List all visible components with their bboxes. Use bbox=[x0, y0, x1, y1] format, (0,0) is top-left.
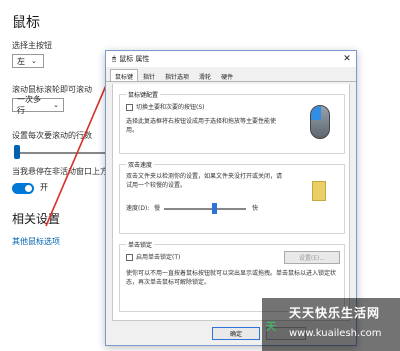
double-click-description: 双击文件夹以检测你的设置，如果文件夹没打开或关闭，请试用一个较慢的设置。 bbox=[126, 173, 283, 189]
double-click-speed-track[interactable] bbox=[164, 208, 246, 210]
ok-button[interactable]: 确定 bbox=[212, 327, 260, 340]
close-icon[interactable]: ✕ bbox=[338, 54, 356, 64]
swap-buttons-checkbox[interactable] bbox=[126, 104, 133, 111]
dialog-body: 鼠标键配置 切换主要和次要的按钮(S) 选择此复选框将右按钮设成用于选择和拖放等… bbox=[112, 84, 350, 321]
click-lock-row[interactable]: 启用单击锁定(T) bbox=[126, 253, 180, 262]
dialog-title: 鼠标 属性 bbox=[119, 55, 150, 63]
mouse-icon: 🖱 bbox=[112, 54, 117, 63]
click-lock-label: 启用单击锁定(T) bbox=[136, 254, 181, 261]
swap-buttons-label: 切换主要和次要的按钮(S) bbox=[136, 104, 205, 111]
double-click-speed-thumb[interactable] bbox=[212, 203, 218, 214]
click-lock-settings-button[interactable]: 设置(E)... bbox=[284, 251, 340, 264]
test-folder-icon[interactable] bbox=[312, 181, 326, 201]
watermark-title: 天天快乐生活网 bbox=[289, 306, 381, 320]
button-config-title: 鼠标键配置 bbox=[126, 90, 161, 99]
watermark-url: www.kuailesh.com bbox=[289, 328, 382, 339]
tab-hardware[interactable]: 硬件 bbox=[216, 69, 238, 81]
click-lock-checkbox[interactable] bbox=[126, 254, 133, 261]
double-click-title: 双击速度 bbox=[126, 160, 155, 169]
click-lock-description: 使你可以不用一直按着鼠标按钮就可以突出显示或拖拽。单击鼠标以进入锁定状态，再次单… bbox=[126, 270, 337, 286]
swap-buttons-row[interactable]: 切换主要和次要的按钮(S) bbox=[126, 103, 205, 112]
dialog-tabs: 鼠标键 指针 指针选项 滑轮 硬件 bbox=[106, 69, 356, 82]
speed-label: 速度(D): bbox=[126, 205, 150, 212]
tab-buttons[interactable]: 鼠标键 bbox=[110, 69, 139, 81]
double-click-group: 双击速度 双击文件夹以检测你的设置，如果文件夹没打开或关闭，请试用一个较慢的设置… bbox=[119, 160, 345, 234]
tab-pointers[interactable]: 指针 bbox=[138, 69, 160, 81]
button-config-description: 选择此复选框将右按钮设成用于选择和拖放等主要性能使用。 bbox=[126, 118, 277, 134]
button-config-group: 鼠标键配置 切换主要和次要的按钮(S) 选择此复选框将右按钮设成用于选择和拖放等… bbox=[119, 90, 345, 154]
watermark-logo: 天 bbox=[266, 322, 276, 333]
click-lock-title: 单击锁定 bbox=[126, 240, 155, 249]
speed-fast-label: 快 bbox=[252, 205, 259, 212]
speed-slow-label: 慢 bbox=[154, 205, 161, 212]
site-watermark: 天 天天快乐生活网 www.kuailesh.com bbox=[262, 298, 400, 351]
mouse-illustration-icon bbox=[310, 105, 330, 139]
tab-wheel[interactable]: 滑轮 bbox=[194, 69, 216, 81]
dialog-titlebar: 🖱 鼠标 属性 ✕ bbox=[106, 51, 356, 67]
tab-pointer-options[interactable]: 指针选项 bbox=[160, 69, 194, 81]
arrow-line bbox=[45, 75, 111, 227]
